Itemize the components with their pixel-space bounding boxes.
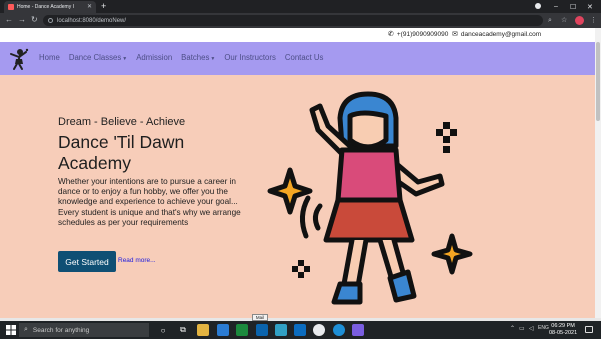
site-navbar: Home Dance Classes▼ Admission Batches▼ O… — [0, 42, 595, 75]
nav-contact-us[interactable]: Contact Us — [285, 53, 324, 62]
nav-our-instructors-label: Our Instructors — [224, 53, 276, 62]
nav-dance-classes-label: Dance Classes — [68, 53, 122, 62]
phone-icon: ✆ — [388, 31, 394, 38]
web-page: ✆ +(91)9090909090 ✉ danceacademy@gmail.c… — [0, 28, 601, 320]
browser-tab[interactable]: Home - Dance Academy I ✕ — [4, 1, 96, 13]
address-bar[interactable]: localhost:8080/demoNew/ — [43, 15, 543, 26]
email-contact: ✉ danceacademy@gmail.com — [452, 30, 541, 39]
vscode-icon[interactable] — [294, 324, 306, 336]
windows-start-icon[interactable] — [6, 325, 16, 335]
hero-description-2: Every student is unique and that's why w… — [58, 207, 241, 227]
tab-title: Home - Dance Academy I — [17, 4, 74, 10]
zoom-search-icon[interactable]: ⌕ — [548, 15, 552, 26]
clock-date: 08-05-2021 — [549, 330, 578, 336]
browser-toolbar: ← → ↻ localhost:8080/demoNew/ ⌕ ☆ ⋮ — [0, 13, 601, 28]
hero-headline: Dance 'Til Dawn Academy — [58, 132, 185, 173]
read-more-link[interactable]: Read more... — [118, 257, 156, 264]
app-icon-2[interactable] — [352, 324, 364, 336]
file-explorer-icon[interactable] — [197, 324, 209, 336]
mail-tooltip: Mail — [252, 314, 268, 321]
email-address[interactable]: danceacademy@gmail.com — [461, 31, 541, 38]
nav-contact-us-label: Contact Us — [284, 53, 324, 62]
notification-icon[interactable] — [585, 326, 593, 333]
favicon-icon — [8, 4, 14, 10]
network-icon[interactable]: ▭ — [519, 325, 525, 332]
tray-chevron-icon[interactable]: ⌃ — [510, 325, 515, 332]
nav-batches-label: Batches — [181, 53, 210, 62]
volume-icon[interactable]: ◁ — [529, 325, 534, 332]
caret-down-icon: ▼ — [122, 56, 128, 62]
nav-admission[interactable]: Admission — [136, 53, 172, 62]
scrollbar-thumb[interactable] — [596, 42, 600, 121]
dancer-logo[interactable] — [7, 47, 29, 71]
mail-icon[interactable] — [256, 324, 268, 336]
menu-icon[interactable]: ⋮ — [590, 15, 597, 26]
hero-description: Whether your intentions are to pursue a … — [58, 177, 248, 228]
browser-tabstrip: Home - Dance Academy I ✕ + – ☐ ✕ — [0, 0, 601, 13]
dancer-illustration — [267, 91, 473, 305]
address-url: localhost:8080/demoNew/ — [57, 17, 127, 24]
chrome-icon[interactable] — [313, 324, 325, 336]
close-window-icon[interactable]: ✕ — [587, 0, 593, 13]
cortana-icon[interactable]: ○ — [157, 324, 169, 336]
get-started-button[interactable]: Get Started — [58, 251, 116, 272]
bookmark-star-icon[interactable]: ☆ — [561, 15, 567, 26]
phone-number: +(91)9090909090 — [396, 30, 449, 38]
nav-batches[interactable]: Batches▼ — [181, 53, 215, 62]
nav-dance-classes[interactable]: Dance Classes▼ — [69, 53, 127, 62]
hero-description-1: Whether your intentions are to pursue a … — [58, 177, 238, 207]
taskbar-search-input[interactable]: ⌕ Search for anything — [19, 323, 149, 337]
search-icon: ⌕ — [24, 326, 28, 333]
profile-avatar[interactable] — [575, 16, 584, 25]
maximize-icon[interactable]: ☐ — [570, 0, 576, 13]
back-icon[interactable]: ← — [5, 14, 13, 26]
forward-icon[interactable]: → — [18, 14, 26, 26]
clock-time: 06:29 PM — [551, 323, 575, 329]
new-tab-icon[interactable]: + — [101, 1, 106, 11]
language-indicator[interactable]: ENG — [538, 325, 549, 331]
envelope-icon: ✉ — [452, 31, 458, 38]
nav-our-instructors[interactable]: Our Instructors — [224, 53, 276, 62]
store-icon[interactable] — [217, 324, 229, 336]
windows-taskbar: ⌕ Search for anything ○ ⧉ ⌃ ▭ ◁ ENG 06:2… — [0, 321, 601, 339]
nav-admission-label: Admission — [136, 53, 173, 62]
hero-tagline: Dream - Believe - Achieve — [58, 116, 186, 128]
profile-indicator-icon[interactable] — [535, 3, 541, 9]
screen: Home - Dance Academy I ✕ + – ☐ ✕ ← → ↻ l… — [0, 0, 601, 339]
contact-topbar: ✆ +(91)9090909090 ✉ danceacademy@gmail.c… — [0, 28, 595, 42]
phone-contact: ✆ +(91)9090909090 — [388, 30, 449, 39]
app-icon[interactable] — [275, 324, 287, 336]
site-info-icon[interactable] — [48, 18, 53, 23]
nav-home[interactable]: Home — [39, 53, 60, 62]
close-tab-icon[interactable]: ✕ — [87, 4, 92, 10]
reload-icon[interactable]: ↻ — [31, 14, 38, 26]
caret-down-icon: ▼ — [210, 56, 216, 62]
nav-links: Home Dance Classes▼ Admission Batches▼ O… — [39, 53, 323, 62]
task-view-icon[interactable]: ⧉ — [177, 324, 189, 336]
nav-home-label: Home — [39, 53, 60, 62]
system-clock[interactable]: 06:29 PM 08-05-2021 — [549, 323, 577, 337]
excel-icon[interactable] — [236, 324, 248, 336]
minimize-icon[interactable]: – — [554, 0, 558, 13]
edge-icon[interactable] — [333, 324, 345, 336]
taskbar-search-placeholder: Search for anything — [32, 326, 90, 334]
